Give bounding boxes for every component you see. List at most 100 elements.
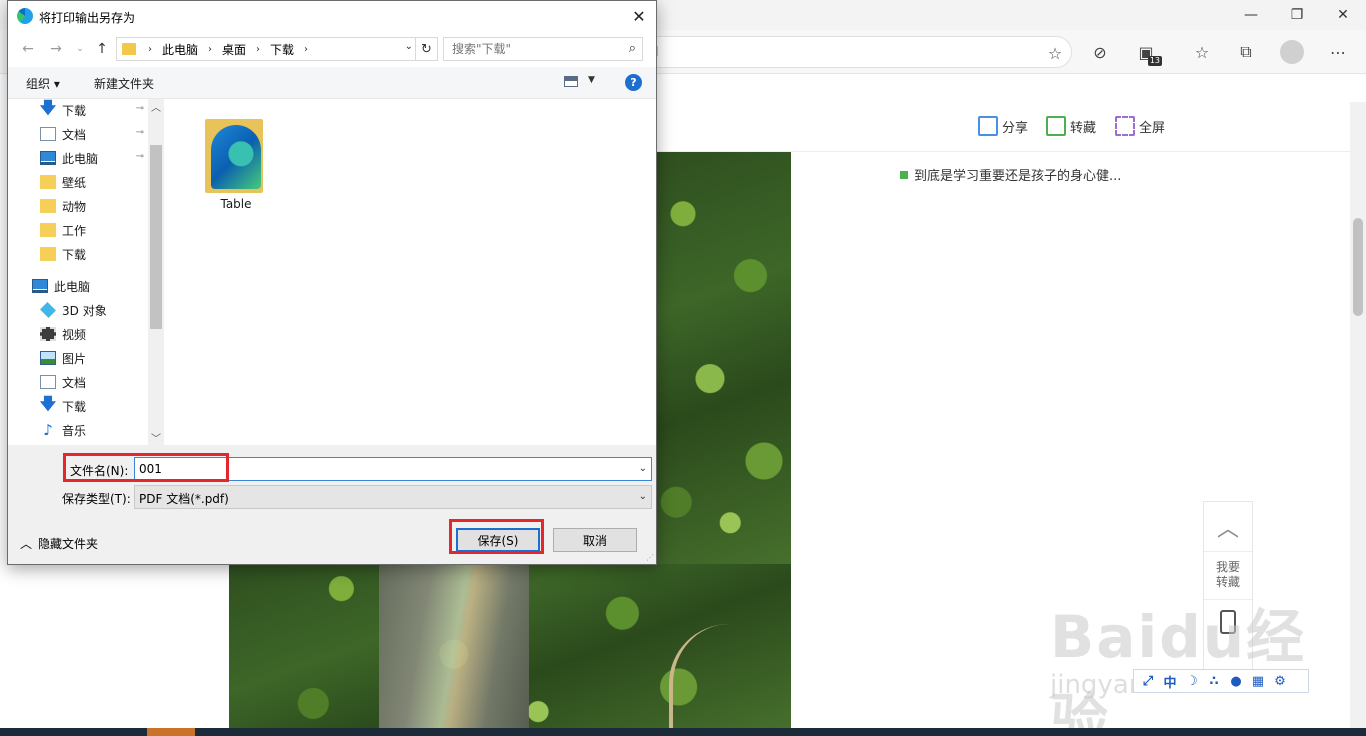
favorite-star-icon[interactable]: ☆ — [1043, 41, 1067, 65]
resize-grip-icon[interactable]: ⋰ — [646, 553, 654, 562]
chevron-down-icon[interactable]: ⌄ — [639, 463, 647, 474]
ime-toolbar: ⤢ 中 ☽ ∴ ● ▦ ⚙ — [1133, 669, 1309, 693]
breadcrumb-item[interactable]: 此电脑 — [158, 41, 202, 58]
extension-badge-icon[interactable]: ▣ 13 — [1134, 40, 1162, 66]
filetype-value: PDF 文档(*.pdf) — [139, 492, 229, 506]
profile-avatar[interactable] — [1280, 40, 1304, 64]
nav-item-this-pc[interactable]: 此电脑 — [32, 275, 164, 297]
recent-dropdown-icon[interactable]: ⌄ — [70, 39, 90, 59]
hide-folders-toggle[interactable]: ︿ 隐藏文件夹 — [20, 535, 98, 552]
article-photo-bottom — [229, 564, 791, 728]
ime-user-icon[interactable]: ● — [1226, 674, 1246, 689]
nav-item-downloads-folder[interactable]: 下载 — [40, 243, 164, 265]
pin-icon[interactable]: ⊸ — [136, 103, 144, 114]
nav-item-label: 文档 — [62, 127, 87, 142]
ime-chinese-toggle[interactable]: 中 — [1160, 672, 1180, 691]
back-arrow-icon[interactable]: ← — [18, 39, 38, 59]
chevron-down-icon[interactable]: ⌄ — [639, 491, 647, 502]
dialog-nav-row: ← → ⌄ ↑ › 此电脑 › 桌面 › 下载 › ⌄ ↻ ⌕ — [8, 35, 656, 63]
music-icon: ♪ — [43, 421, 53, 439]
file-name: Table — [220, 197, 252, 211]
share-icon — [978, 116, 998, 136]
search-input[interactable] — [444, 38, 620, 60]
collect-button[interactable]: 转藏 — [1046, 116, 1096, 136]
favorites-icon[interactable]: ☆ — [1190, 40, 1214, 64]
file-item[interactable]: Table — [202, 115, 270, 221]
search-box[interactable]: ⌕ — [443, 37, 643, 61]
document-icon — [40, 127, 56, 141]
baidu-watermark: Baidu经验 — [1050, 603, 1307, 736]
chevron-right-icon[interactable]: › — [142, 44, 158, 55]
cancel-button[interactable]: 取消 — [553, 528, 637, 552]
nav-item-work[interactable]: 工作 — [40, 219, 164, 241]
dialog-close-icon[interactable]: ✕ — [622, 1, 656, 32]
new-folder-button[interactable]: 新建文件夹 — [94, 75, 154, 92]
related-article-link[interactable]: 到底是学习重要还是孩子的身心健... — [900, 165, 1121, 184]
breadcrumb-dropdown-icon[interactable]: ⌄ — [405, 41, 413, 52]
breadcrumb[interactable]: › 此电脑 › 桌面 › 下载 › ⌄ — [116, 37, 416, 61]
chevron-right-icon[interactable]: › — [298, 44, 314, 55]
pin-icon[interactable]: ⊸ — [136, 127, 144, 138]
nav-item-label: 音乐 — [62, 423, 87, 438]
nav-item-label: 此电脑 — [54, 279, 91, 294]
collections-icon[interactable]: ⧉ — [1234, 40, 1258, 64]
forward-arrow-icon[interactable]: → — [46, 39, 66, 59]
ime-keyboard-icon[interactable]: ▦ — [1248, 674, 1268, 689]
edge-folder-icon — [205, 115, 267, 193]
up-arrow-icon[interactable]: ↑ — [92, 39, 112, 59]
nav-item-videos[interactable]: 视频 — [40, 323, 164, 345]
nav-item-documents[interactable]: 文档 — [40, 371, 164, 393]
ime-mode-icon[interactable]: ⤢ — [1138, 674, 1158, 689]
nav-item-music[interactable]: ♪ 音乐 — [40, 419, 164, 441]
breadcrumb-item[interactable]: 下载 — [266, 41, 298, 58]
nav-item-this-pc-quick[interactable]: 此电脑 ⊸ — [40, 147, 148, 169]
filetype-select[interactable]: PDF 文档(*.pdf) ⌄ — [134, 485, 652, 509]
nav-item-downloads[interactable]: 🡇 下载 — [40, 394, 164, 417]
chevron-right-icon[interactable]: › — [250, 44, 266, 55]
search-icon[interactable]: ⌕ — [629, 41, 636, 56]
nav-item-animals[interactable]: 动物 — [40, 195, 164, 217]
scroll-down-icon[interactable]: ﹀ — [151, 430, 161, 445]
view-mode-icon[interactable] — [564, 76, 578, 87]
taskbar-app[interactable] — [147, 728, 195, 736]
side-collect-label: 我要 转藏 — [1215, 560, 1240, 589]
ime-moon-icon[interactable]: ☽ — [1182, 674, 1202, 689]
chevron-up-icon: ︿ — [20, 537, 33, 551]
extension-icon[interactable]: ⊘ — [1088, 40, 1112, 64]
village-area — [379, 564, 529, 728]
chevron-right-icon[interactable]: › — [202, 44, 218, 55]
help-icon[interactable]: ? — [625, 74, 642, 91]
page-scrollbar-thumb[interactable] — [1353, 218, 1363, 316]
address-bar[interactable]: l ☆ — [640, 36, 1072, 68]
navigation-scrollbar-thumb[interactable] — [150, 145, 162, 329]
related-article-title: 到底是学习重要还是孩子的身心健... — [914, 169, 1122, 184]
ime-settings-icon[interactable]: ⚙ — [1270, 674, 1290, 689]
scroll-up-icon[interactable]: ︿ — [151, 99, 161, 114]
nav-item-pictures[interactable]: 图片 — [40, 347, 164, 369]
command-bar: 组织 ▾ 新建文件夹 ▼ ? — [8, 67, 656, 99]
share-button[interactable]: 分享 — [978, 116, 1028, 136]
nav-item-documents-quick[interactable]: 文档 ⊸ — [40, 123, 148, 145]
fullscreen-button[interactable]: 全屏 — [1115, 116, 1165, 136]
navigation-scrollbar[interactable]: ︿ ﹀ — [148, 99, 164, 445]
close-window-icon[interactable]: ✕ — [1320, 0, 1366, 30]
document-icon — [40, 375, 56, 389]
refresh-icon[interactable]: ↻ — [416, 37, 438, 61]
taskbar — [0, 728, 1366, 736]
organize-menu[interactable]: 组织 ▾ — [26, 75, 60, 92]
fullscreen-icon — [1115, 116, 1135, 136]
back-to-top-icon[interactable]: ︿ — [1204, 502, 1252, 552]
nav-item-3d-objects[interactable]: 3D 对象 — [40, 299, 164, 321]
view-mode-dropdown-icon[interactable]: ▼ — [588, 75, 595, 85]
save-as-dialog: 将打印输出另存为 ✕ ← → ⌄ ↑ › 此电脑 › 桌面 › 下载 › ⌄ ↻… — [7, 0, 657, 565]
breadcrumb-item[interactable]: 桌面 — [218, 41, 250, 58]
more-menu-icon[interactable]: ⋯ — [1326, 40, 1350, 64]
restore-icon[interactable]: ❐ — [1274, 0, 1320, 30]
nav-item-label: 3D 对象 — [62, 303, 107, 318]
ime-punctuation-icon[interactable]: ∴ — [1204, 674, 1224, 689]
3d-objects-icon — [40, 302, 56, 318]
minimize-icon[interactable]: — — [1228, 0, 1274, 30]
nav-item-downloads-quick[interactable]: 🡇 下载 ⊸ — [40, 99, 148, 121]
nav-item-wallpaper[interactable]: 壁纸 — [40, 171, 164, 193]
pin-icon[interactable]: ⊸ — [136, 151, 144, 162]
